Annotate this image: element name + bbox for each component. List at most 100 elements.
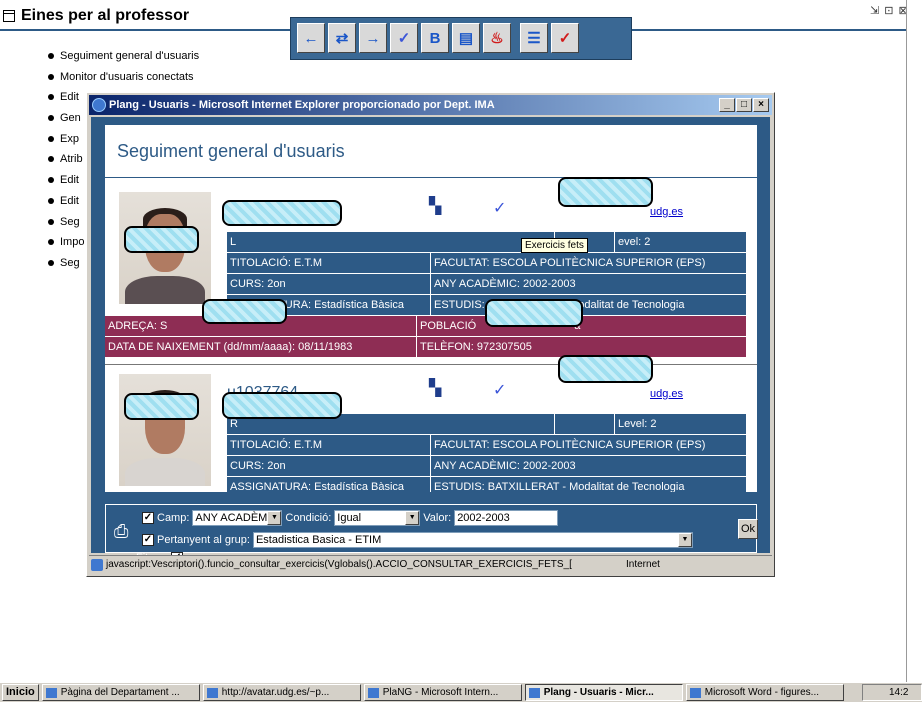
exercises-tooltip: Exercicis fets [521, 238, 588, 253]
print-icon[interactable]: ▤ [452, 23, 480, 53]
grup-label: Pertanyent al grup: [157, 534, 250, 546]
taskbar-item[interactable]: PlaNG - Microsoft Intern... [363, 684, 522, 701]
redaction-mask [222, 200, 342, 226]
spacer-cell [555, 414, 615, 434]
poblacio-label: POBLACIÓ [420, 320, 477, 332]
checkmark-icon[interactable]: ✓ [551, 23, 579, 53]
ie-window-title: Plang - Usuaris - Microsoft Internet Exp… [109, 99, 495, 111]
close-button[interactable]: × [753, 98, 769, 112]
page-icon [91, 559, 103, 571]
ie-title-bar[interactable]: Plang - Usuaris - Microsoft Internet Exp… [89, 95, 772, 115]
condicio-label: Condició: [285, 512, 332, 524]
filter-row-camp: ✓ Camp: ANY ACADÈMIC ▼ Condició: Igual ▼ V… [142, 509, 559, 527]
user-info-grid: R Level: 2 TITOLACIÓ: E.T.M FACULTAT: ES… [227, 414, 747, 492]
birth-row: DATA DE NAIXEMENT (dd/mm/aaaa): 08/11/19… [105, 336, 747, 357]
cup-icon[interactable]: ♨ [483, 23, 511, 53]
right-scrollbar-edge[interactable] [906, 0, 922, 682]
edit-user-icon[interactable]: ▚ [429, 378, 441, 398]
user-any: ANY ACADÈMIC: 2002-2003 [431, 456, 747, 476]
redaction-mask [124, 226, 199, 253]
user-assignatura: ASSIGNATURA: Estadística Bàsica [227, 477, 431, 492]
redaction-mask [222, 392, 342, 419]
clock: 14:2 [889, 687, 909, 698]
user-email-link[interactable]: udg.es [650, 388, 683, 400]
grup-checkbox[interactable]: ✓ [142, 534, 154, 546]
ie-status-bar: javascript:Vescriptori().funcio_consulta… [89, 555, 772, 574]
user-titulacio: TITOLACIÓ: E.T.M [227, 253, 431, 273]
user-telefon: TELÈFON: 972307505 [417, 337, 747, 357]
chevron-down-icon[interactable]: ▼ [267, 511, 282, 525]
taskbar-item[interactable]: Pàgina del Departament ... [41, 684, 200, 701]
user-separator [105, 364, 757, 365]
ok-button[interactable]: Ok [738, 519, 758, 539]
user-any: ANY ACADÈMIC: 2002-2003 [431, 274, 747, 294]
window-control-icons[interactable]: ⇲ ⊡ ⊠ [870, 4, 909, 17]
user-curs: CURS: 2on [227, 456, 431, 476]
b-arrow-icon[interactable]: B [421, 23, 449, 53]
list-icon[interactable]: ☰ [520, 23, 548, 53]
edit-user-icon[interactable]: ▚ [429, 196, 441, 216]
chevron-down-icon[interactable]: ▼ [677, 533, 692, 547]
menu-item[interactable]: Monitor d'usuaris conectats [48, 67, 199, 88]
minimize-button[interactable]: _ [719, 98, 735, 112]
user-titulacio: TITOLACIÓ: E.T.M [227, 435, 431, 455]
start-button[interactable]: Inicio [2, 684, 39, 701]
ie-window-controls: _ □ × [719, 98, 769, 112]
window-icon [3, 10, 15, 22]
user-email-link[interactable]: udg.es [650, 206, 683, 218]
status-zone: Internet [626, 559, 660, 570]
user-level: evel: 2 [615, 232, 747, 252]
filter-panel: ⎙ ✓ Camp: ANY ACADÈMIC ▼ Condició: Igual ▼… [105, 504, 758, 564]
printer-icon[interactable]: ⎙ [114, 521, 128, 542]
ie-window: Plang - Usuaris - Microsoft Internet Exp… [86, 92, 775, 577]
page-title: Eines per al professor [21, 7, 190, 24]
content-header: Seguiment general d'usuaris [105, 125, 757, 178]
ie-content: Seguiment general d'usuaris u1043421 ▚ ✓… [91, 117, 770, 564]
maximize-button[interactable]: □ [736, 98, 752, 112]
menu-item[interactable]: Seguiment general d'usuaris [48, 46, 199, 67]
grup-select-value: Estadistica Basica - ETIM [255, 534, 382, 546]
user-card: u1043421 ▚ ✓ udg.es L evel: 2 TITOLACIÓ:… [105, 178, 757, 358]
valor-input[interactable]: 2002-2003 [454, 510, 559, 526]
redaction-mask [558, 177, 653, 207]
user-estudis: ESTUDIS: BATXILLERAT - Modalitat de Tecn… [431, 295, 747, 315]
status-text: javascript:Vescriptori().funcio_consulta… [106, 559, 572, 570]
back-arrow-icon[interactable]: ← [297, 23, 325, 53]
exercises-done-icon[interactable]: ✓ [493, 380, 506, 400]
user-card: u1037764 ▚ ✓ udg.es R Level: 2 TITOLACIÓ… [105, 368, 757, 492]
taskbar-item-active[interactable]: Plang - Usuaris - Micr... [524, 684, 683, 701]
chevron-down-icon[interactable]: ▼ [405, 511, 420, 525]
ie-logo-icon [92, 98, 106, 112]
valor-label: Valor: [423, 512, 452, 524]
taskbar: Inicio Pàgina del Departament ... http:/… [0, 682, 922, 702]
forward-arrow-icon[interactable]: → [359, 23, 387, 53]
condicio-select[interactable]: Igual ▼ [334, 510, 421, 526]
user-level: Level: 2 [615, 414, 747, 434]
camp-label: Camp: [157, 512, 190, 524]
user-naixement: DATA DE NAIXEMENT (dd/mm/aaaa): 08/11/19… [105, 337, 417, 357]
system-tray: 14:2 [862, 684, 922, 701]
redaction-mask [485, 299, 583, 327]
taskbar-item[interactable]: Microsoft Word - figures... [685, 684, 844, 701]
camp-checkbox[interactable]: ✓ [142, 512, 154, 524]
user-name: L [227, 232, 555, 252]
content-title: Seguiment general d'usuaris [117, 141, 345, 161]
user-facultat: FACULTAT: ESCOLA POLITÈCNICA SUPERIOR (E… [431, 435, 747, 455]
user-curs: CURS: 2on [227, 274, 431, 294]
user-estudis: ESTUDIS: BATXILLERAT - Modalitat de Tecn… [431, 477, 747, 492]
swap-arrows-icon[interactable]: ⇄ [328, 23, 356, 53]
camp-select[interactable]: ANY ACADÈMIC ▼ [192, 510, 283, 526]
redaction-mask [202, 299, 287, 324]
users-scroll-area[interactable]: u1043421 ▚ ✓ udg.es L evel: 2 TITOLACIÓ:… [105, 178, 757, 492]
check-pencil-icon[interactable]: ✓ [390, 23, 418, 53]
floating-toolbar: ← ⇄ → ✓ B ▤ ♨ ☰ ✓ [290, 17, 632, 60]
filter-row-grup: ✓ Pertanyent al grup: Estadistica Basica… [142, 531, 693, 549]
exercises-done-icon[interactable]: ✓ [493, 198, 506, 218]
redaction-mask [558, 355, 653, 383]
condicio-select-value: Igual [337, 512, 362, 524]
redaction-mask [124, 393, 199, 420]
taskbar-item[interactable]: http://avatar.udg.es/~p... [202, 684, 361, 701]
grup-select[interactable]: Estadistica Basica - ETIM ▼ [252, 532, 693, 548]
user-facultat: FACULTAT: ESCOLA POLITÈCNICA SUPERIOR (E… [431, 253, 747, 273]
address-row: ADREÇA: S POBLACIÓa [105, 316, 747, 336]
